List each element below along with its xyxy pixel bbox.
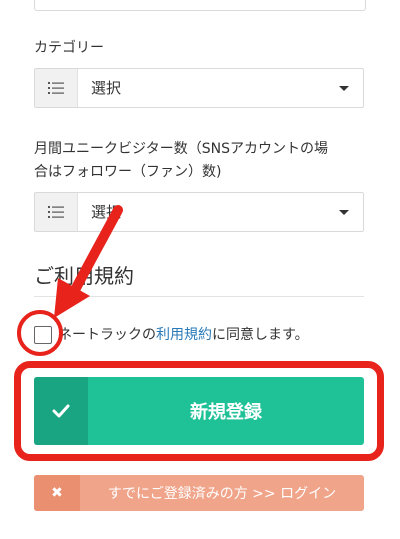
agree-text: ネートラックの利用規約に同意します。	[58, 325, 309, 345]
register-button[interactable]: 新規登録	[34, 377, 364, 445]
visitors-selected-value: 選択	[91, 203, 122, 221]
list-icon	[35, 69, 78, 107]
chevron-down-icon	[339, 86, 349, 91]
login-button[interactable]: ✖ すでにご登録済みの方 >> ログイン	[34, 475, 364, 511]
chevron-down-icon	[339, 210, 349, 215]
category-selected-value: 選択	[91, 79, 122, 97]
terms-link[interactable]: 利用規約	[156, 327, 212, 343]
check-icon	[34, 377, 88, 445]
agree-prefix: ネートラックの	[58, 327, 156, 343]
category-label: カテゴリー	[34, 40, 104, 56]
close-icon: ✖	[34, 475, 80, 511]
category-select[interactable]: 選択	[34, 68, 364, 108]
visitors-label-line2: 合はフォロワー（ファン）数)	[34, 164, 222, 180]
agree-checkbox[interactable]	[34, 326, 52, 344]
agree-suffix: に同意します。	[212, 327, 309, 343]
visitors-select[interactable]: 選択	[34, 192, 364, 232]
list-icon	[35, 193, 78, 231]
visitors-label-line1: 月間ユニークビジター数（SNSアカウントの場	[34, 141, 328, 157]
terms-section-title: ご利用規約	[34, 264, 134, 288]
register-button-label: 新規登録	[190, 402, 262, 423]
section-divider	[34, 296, 364, 297]
previous-input-field[interactable]	[34, 0, 366, 11]
login-button-label: すでにご登録済みの方 >> ログイン	[107, 486, 337, 502]
